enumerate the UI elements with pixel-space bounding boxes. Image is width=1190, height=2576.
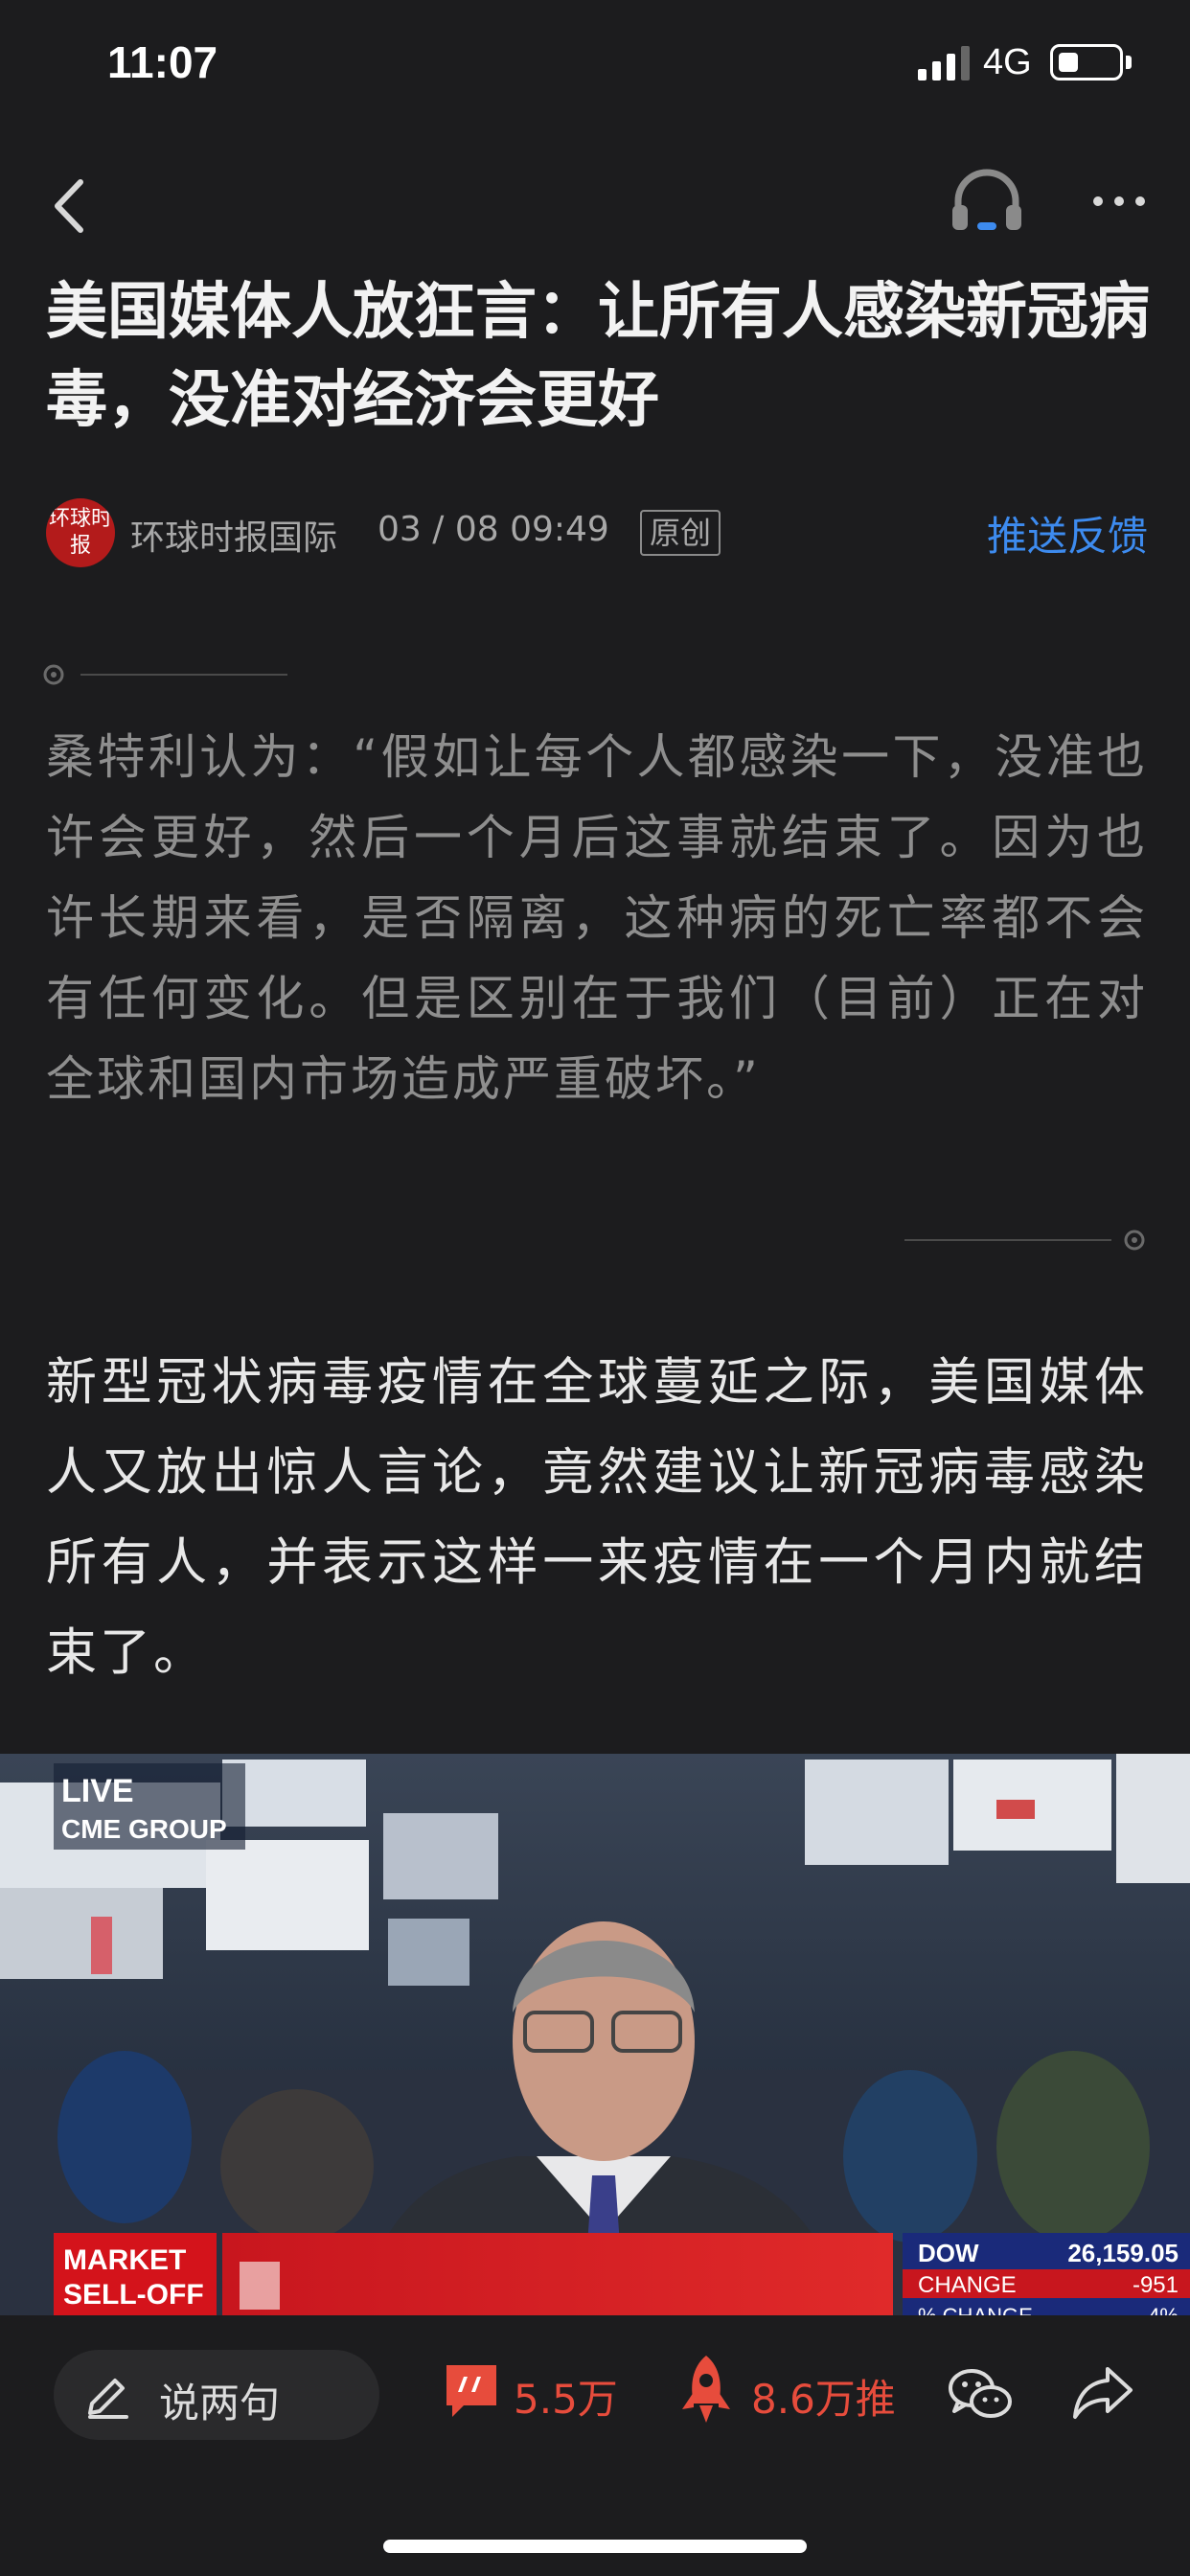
more-dots-icon[interactable] [1090,182,1148,220]
change-label: CHANGE [918,2272,1017,2298]
comments-icon [446,2365,496,2417]
share-icon[interactable] [1071,2363,1134,2421]
pencil-icon [88,2379,128,2419]
source-name[interactable]: 环球时报国际 [130,510,337,560]
signal-icon [918,46,970,80]
battery-tip [1126,56,1132,69]
nav-bar [0,134,1190,249]
ticker-sub-label: SELL-OFF [63,2279,204,2311]
status-time: 11:07 [107,37,218,87]
bottom-action-bar: 说两句 5.5万 8.6万推 [0,2315,1190,2576]
comments-count: 5.5万 [514,2376,618,2423]
article-paragraph: 新型冠状病毒疫情在全球蔓延之际，美国媒体人又放出惊人言论，竟然建议让新冠病毒感染… [46,1353,1148,1682]
pct-label: % CHANGE [918,2304,1033,2315]
rocket-icon [682,2356,730,2423]
original-badge: 原创 [640,510,721,556]
feedback-link[interactable]: 推送反馈 [987,504,1148,563]
dow-value: 26,159.05 [1067,2239,1179,2267]
article-quote: 桑特利认为：“假如让每个人都感染一下，没准也许会更好，然后一个月后这事就结束了。… [46,729,1148,1107]
home-indicator[interactable] [383,2540,807,2553]
quote-decoration-top [43,664,287,685]
headphone-icon[interactable] [949,163,1025,240]
channel-label: CME GROUP [61,1814,227,1844]
push-count: 8.6万推 [751,2376,896,2423]
news-photo[interactable]: LIVE CME GROUP MARKET SELL-OFF DOW 26,15… [0,1754,1190,2315]
chevron-left-icon[interactable] [48,172,96,240]
source-logo[interactable]: 环球时报 [46,498,115,567]
wechat-icon[interactable] [947,2365,1014,2423]
live-label: LIVE [61,1773,134,1809]
news-photo-graphic: LIVE CME GROUP MARKET SELL-OFF DOW 26,15… [0,1754,1190,2315]
ticker-label: MARKET [63,2244,186,2276]
battery-icon [1050,44,1123,80]
dow-label: DOW [918,2239,979,2267]
publish-time: 03 ∕ 08 09:49 [378,510,609,549]
pct-value: -4% [1141,2304,1179,2315]
comment-placeholder: 说两句 [159,2380,281,2426]
comment-input[interactable]: 说两句 [54,2350,379,2440]
article-title: 美国媒体人放狂言：让所有人感染新冠病毒，没准对经济会更好 [46,277,1150,436]
change-value: -951 [1133,2272,1179,2298]
article-meta: 环球时报 环球时报国际 03 ∕ 08 09:49 原创 推送反馈 [46,498,1148,571]
network-label: 4G [983,42,1032,82]
quote-decoration-bottom [904,1230,1145,1251]
status-bar: 11:07 4G [0,0,1190,134]
